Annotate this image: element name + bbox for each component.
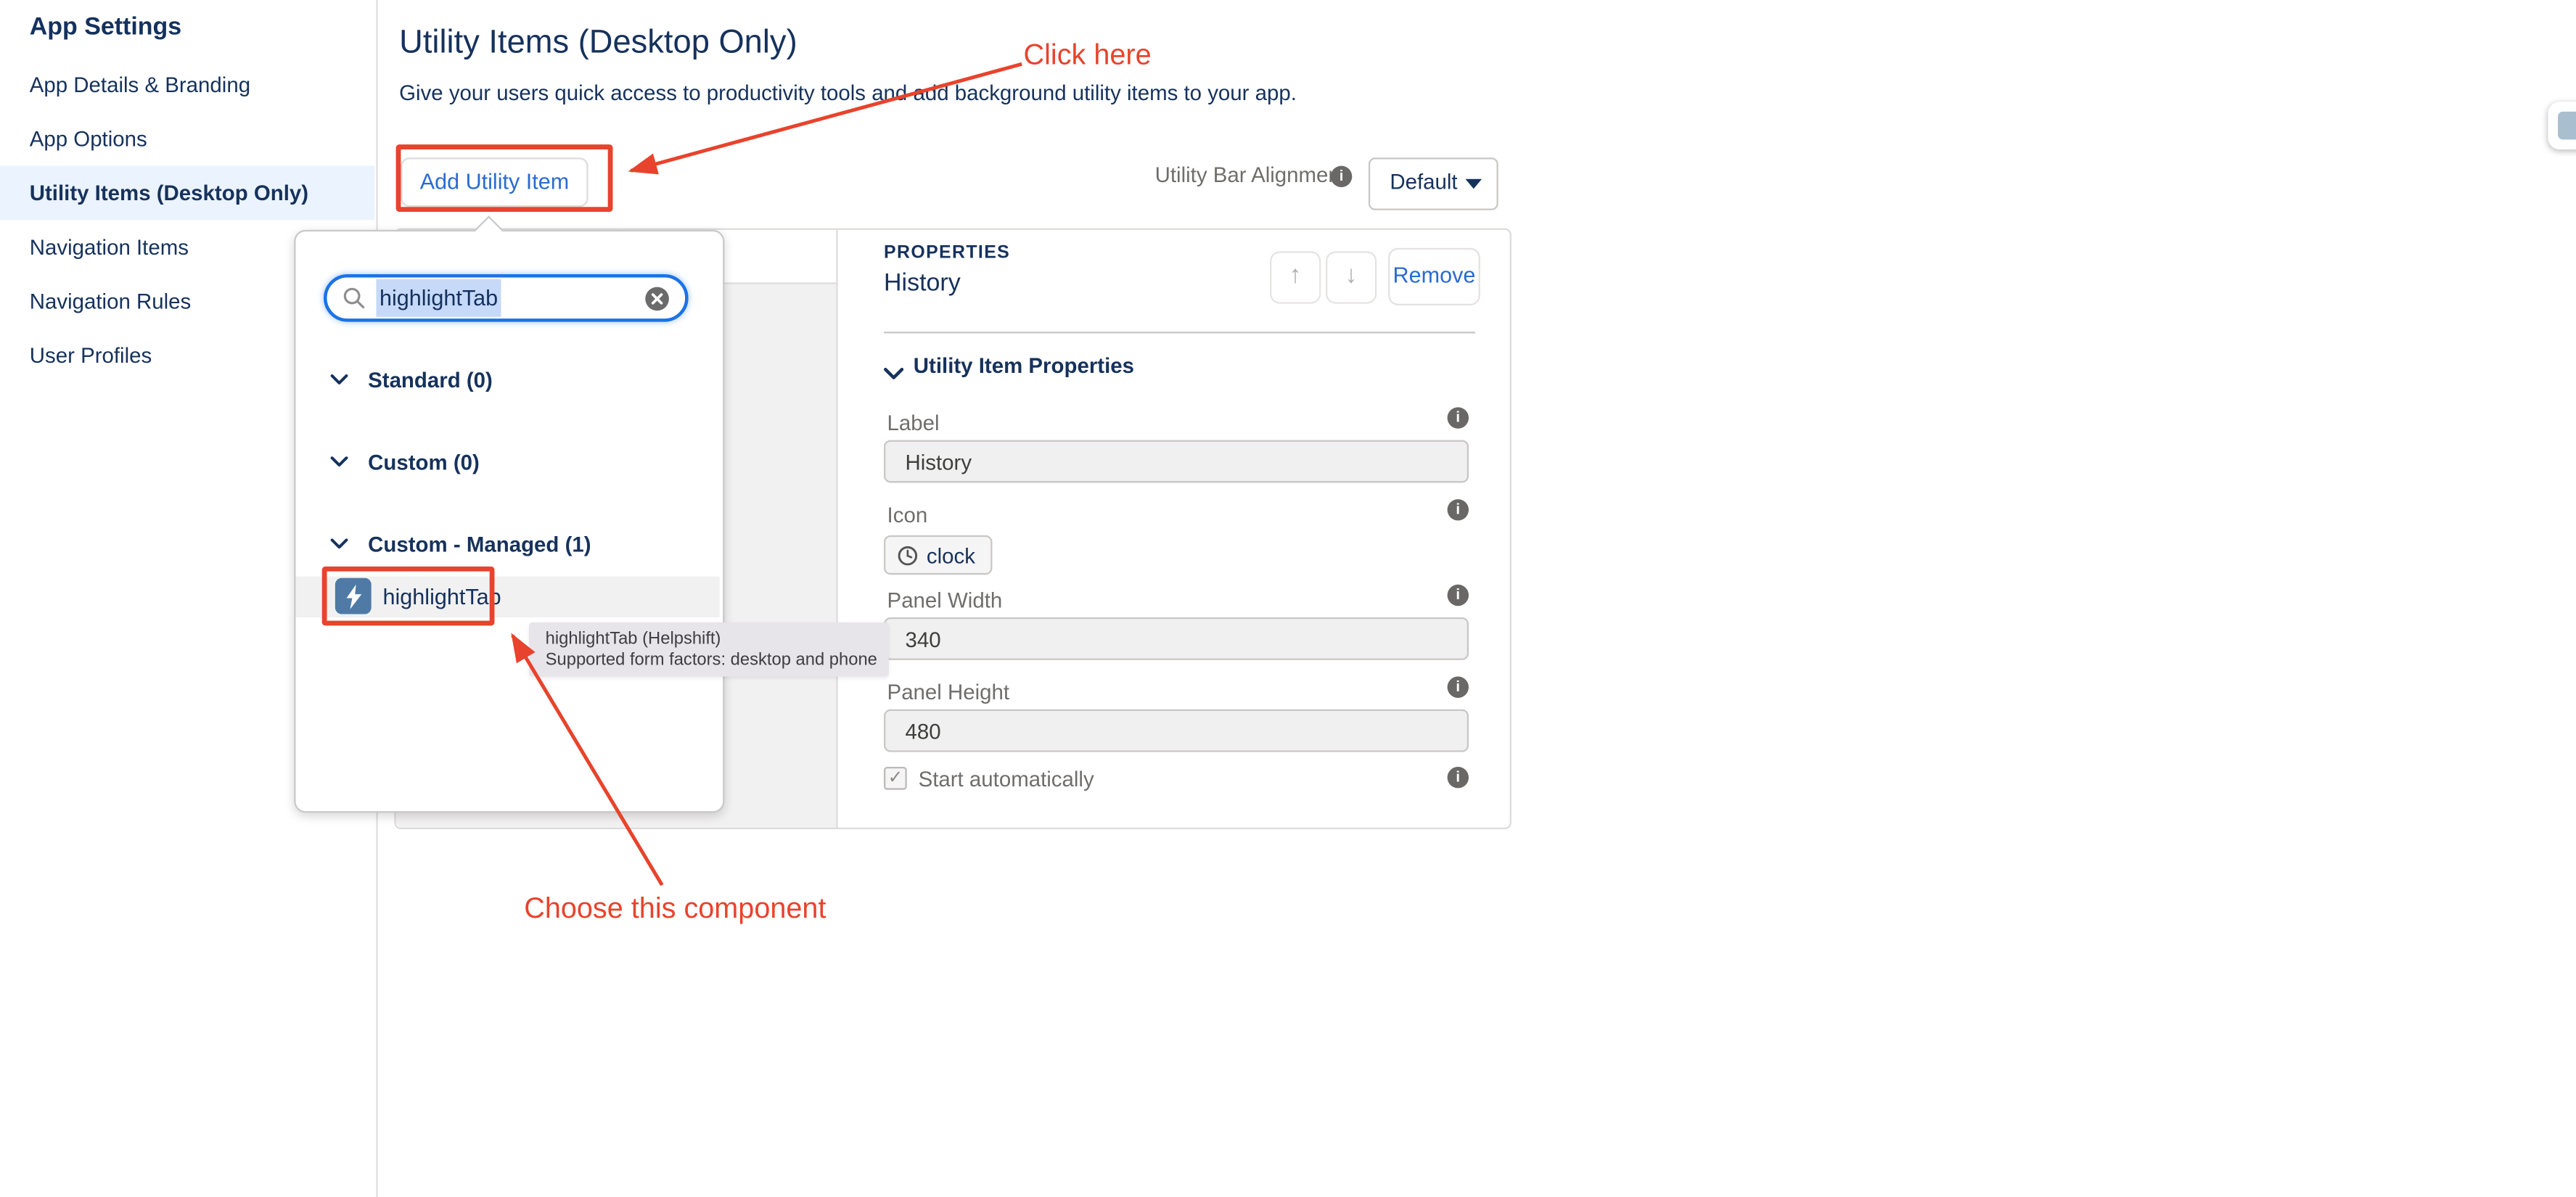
page-title: Utility Items (Desktop Only): [399, 25, 797, 62]
component-tooltip: highlightTab (Helpshift) Supported form …: [529, 622, 889, 677]
panel-height-label: Panel Height: [887, 680, 1010, 704]
icon-chip: clock: [884, 535, 992, 575]
properties-panel: PROPERTIES History ↑ ↓ Remove Utility It…: [838, 230, 1510, 828]
floating-widget-icon: [2558, 112, 2576, 139]
page-description: Give your users quick access to producti…: [399, 81, 1297, 105]
icon-field-label: Icon: [887, 503, 928, 527]
search-input-value: highlightTab: [376, 279, 501, 317]
arrow-up-icon: ↑: [1289, 261, 1302, 289]
section-standard[interactable]: Standard (0): [330, 363, 493, 395]
component-result-label: highlightTab: [383, 576, 501, 617]
clear-search-icon[interactable]: [644, 286, 670, 312]
section-standard-label: Standard (0): [368, 367, 493, 392]
sidebar-item-app-options[interactable]: App Options: [0, 112, 374, 166]
alignment-select[interactable]: Default: [1369, 157, 1498, 210]
sidebar-item-utility-items[interactable]: Utility Items (Desktop Only): [0, 166, 374, 221]
panel-height-input[interactable]: 480: [884, 709, 1469, 752]
section-custom-managed[interactable]: Custom - Managed (1): [330, 527, 591, 560]
clock-icon: [897, 544, 918, 565]
section-custom-label: Custom (0): [368, 449, 480, 474]
remove-button[interactable]: Remove: [1388, 248, 1480, 305]
popover-caret: [474, 215, 504, 246]
move-down-button[interactable]: ↓: [1326, 251, 1377, 303]
utility-item-properties-title: Utility Item Properties: [914, 353, 1134, 378]
sidebar-title: App Settings: [30, 13, 181, 41]
component-result-highlighttab[interactable]: highlightTab: [296, 576, 720, 617]
app-settings-page: App Settings App Details & Branding App …: [0, 0, 2576, 1197]
icon-chip-label: clock: [927, 543, 975, 567]
move-up-button[interactable]: ↑: [1270, 251, 1321, 303]
panel-height-info-icon[interactable]: i: [1448, 677, 1469, 698]
utility-bar-alignment-label: Utility Bar Alignment: [1155, 163, 1346, 187]
alignment-selected-value: Default: [1390, 160, 1457, 205]
panel-width-input[interactable]: 340: [884, 617, 1469, 660]
search-icon: [342, 286, 366, 310]
section-custom-managed-label: Custom - Managed (1): [368, 531, 591, 556]
panel-width-label: Panel Width: [887, 588, 1003, 612]
selected-item-name: History: [884, 269, 961, 297]
chevron-down-icon[interactable]: [884, 360, 903, 390]
alignment-info-icon[interactable]: i: [1331, 166, 1352, 187]
annotation-click-here: Click here: [1023, 38, 1151, 73]
sidebar-item-app-details-branding[interactable]: App Details & Branding: [0, 57, 374, 112]
chevron-down-icon: [330, 529, 348, 559]
panel-width-info-icon[interactable]: i: [1448, 585, 1469, 606]
floating-widget[interactable]: [2548, 102, 2575, 149]
start-automatically-info-icon[interactable]: i: [1448, 767, 1469, 788]
component-picker-popover: highlightTab Standard (0) Custom (0) Cus…: [294, 230, 724, 813]
chevron-down-icon: [330, 364, 348, 394]
start-automatically-checkbox[interactable]: ✓: [884, 767, 907, 790]
chevron-down-icon: [1465, 179, 1482, 189]
search-input[interactable]: highlightTab: [324, 274, 689, 322]
label-info-icon[interactable]: i: [1448, 407, 1469, 428]
tooltip-line-2: Supported form factors: desktop and phon…: [546, 649, 873, 670]
chevron-down-icon: [330, 447, 348, 477]
tooltip-line-1: highlightTab (Helpshift): [546, 629, 873, 649]
label-field-label: Label: [887, 411, 940, 435]
label-field-input[interactable]: History: [884, 440, 1469, 483]
add-utility-item-button[interactable]: Add Utility Item: [401, 157, 588, 207]
properties-divider: [884, 332, 1475, 333]
annotation-choose-component: Choose this component: [524, 892, 826, 926]
start-automatically-label: Start automatically: [919, 767, 1094, 791]
icon-info-icon[interactable]: i: [1448, 499, 1469, 520]
arrow-down-icon: ↓: [1345, 261, 1358, 289]
lightning-component-icon: [335, 578, 372, 614]
properties-eyebrow: PROPERTIES: [884, 243, 1010, 263]
section-custom[interactable]: Custom (0): [330, 445, 480, 477]
